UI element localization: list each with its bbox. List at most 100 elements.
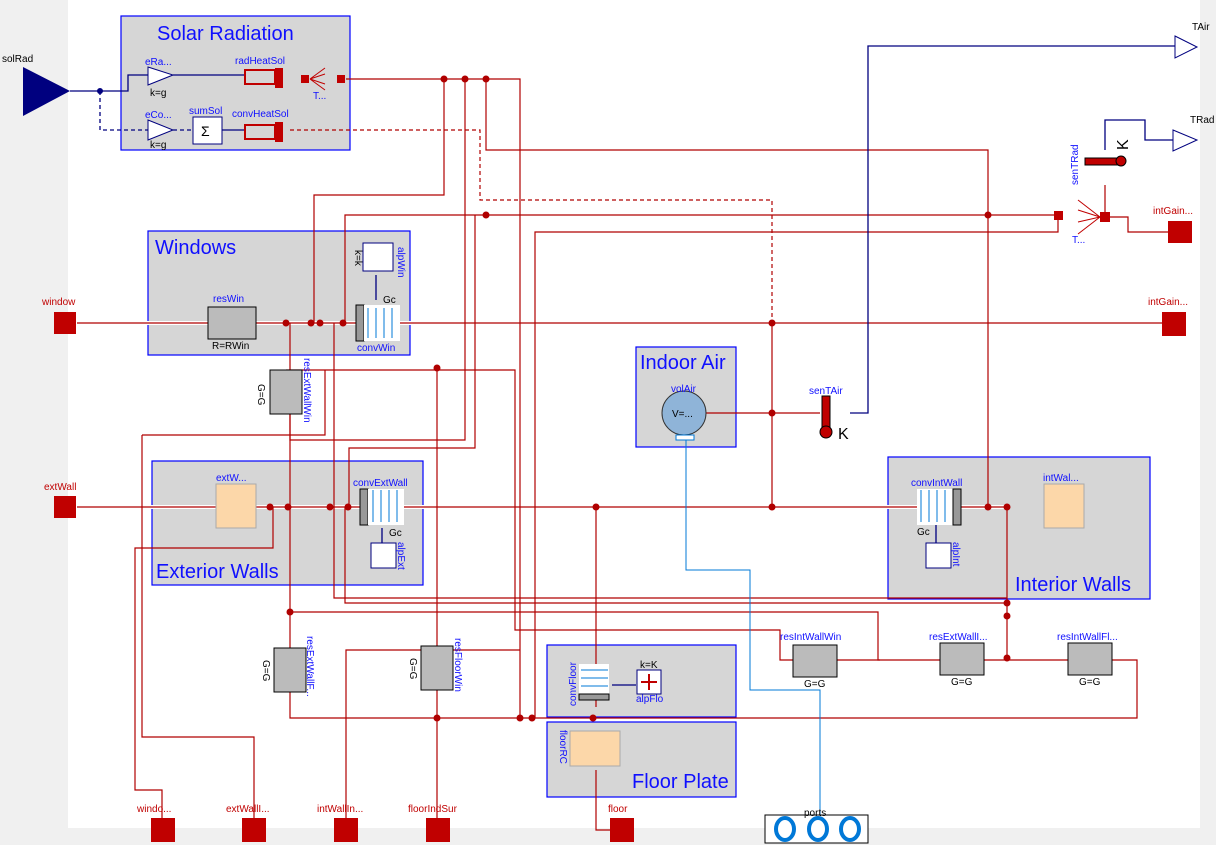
resIntWallFloor-resistor[interactable] xyxy=(1067,642,1113,676)
senTRad-unit: K xyxy=(1115,139,1132,150)
alpInt-label: alpInt xyxy=(950,542,961,567)
radHeatSol-label: radHeatSol xyxy=(235,56,285,67)
sum-symbol: Σ xyxy=(201,123,210,139)
eRad-label: eRa... xyxy=(145,57,172,68)
extWall-port-label: extWall xyxy=(44,482,76,493)
intWall-label: intWal... xyxy=(1043,473,1079,484)
resIntWallWin-resistor[interactable] xyxy=(792,644,838,678)
intGainsRad-port[interactable] xyxy=(1168,221,1192,243)
group-title-ext-walls: Exterior Walls xyxy=(156,561,279,583)
window-port[interactable] xyxy=(54,312,76,334)
alpInt-constant[interactable] xyxy=(925,542,952,569)
convFloor-label: convFloor xyxy=(568,661,579,706)
extWall-rc-icon[interactable] xyxy=(215,483,257,529)
solrad-input-triangle-icon[interactable] xyxy=(23,67,70,116)
resExtWallInt-resistor[interactable] xyxy=(939,642,985,676)
floorRC-icon[interactable] xyxy=(569,730,621,767)
TRad-label: TRad xyxy=(1190,115,1214,126)
extWallIndSur-label: extWallI... xyxy=(226,804,270,815)
floorIndSur-port[interactable] xyxy=(426,818,450,842)
resExtWallInt-label: resExtWallI... xyxy=(929,632,988,643)
window-port-label: window xyxy=(41,297,76,308)
convFloor-convection[interactable] xyxy=(579,664,609,696)
signal-junction-dot xyxy=(97,88,103,94)
intWall-rc-icon[interactable] xyxy=(1043,483,1085,529)
senTAir-label: senTAir xyxy=(809,386,843,397)
floor-port-label: floor xyxy=(608,804,628,815)
thermal-splitter-port[interactable] xyxy=(301,75,309,83)
resIntWallFloor-g: G=G xyxy=(1079,677,1101,688)
eConv-label: eCo... xyxy=(145,110,172,121)
resWin-label: resWin xyxy=(213,294,244,305)
convWin-convection[interactable] xyxy=(364,305,400,341)
solrad-label: solRad xyxy=(2,54,33,65)
intGainsConv-label: intGain... xyxy=(1148,297,1188,308)
resExtWallWin-label: resExtWallWin xyxy=(301,358,312,423)
alpWin-label: alpWin xyxy=(395,247,406,278)
group-title-solar: Solar Radiation xyxy=(157,23,294,45)
resFloorWin-resistor[interactable] xyxy=(420,645,454,691)
alpExt-label: alpExt xyxy=(395,542,406,570)
eConv-k-label: k=g xyxy=(150,140,166,151)
thermSplitRad-port[interactable] xyxy=(1054,211,1063,220)
thermSplitSol-label: T... xyxy=(313,91,326,102)
TAir-label: TAir xyxy=(1192,22,1210,33)
resIntWallWin-g: G=G xyxy=(804,679,826,690)
modelica-diagram: Solar Radiation Windows Exterior Walls I… xyxy=(2,0,1214,844)
resFloorWin-g: G=G xyxy=(407,658,418,680)
floor-port[interactable] xyxy=(610,818,634,842)
thermal-splitter-out-port[interactable] xyxy=(337,75,345,83)
volAir-param: V=... xyxy=(672,409,693,420)
resWin-param: R=RWin xyxy=(212,341,249,352)
extWall-port[interactable] xyxy=(54,496,76,518)
convExtWall-label: convExtWall xyxy=(353,478,408,489)
intGainsConv-port[interactable] xyxy=(1162,312,1186,336)
intWallIndSur-label: intWallIn... xyxy=(317,804,363,815)
alpFlo-k: k=K xyxy=(640,660,658,671)
resFloorWin-label: resFloorWin xyxy=(452,638,463,692)
convFloor-wall-icon xyxy=(578,693,610,701)
intWallIndSur-port[interactable] xyxy=(334,818,358,842)
resIntWallFloor-label: resIntWallFl... xyxy=(1057,632,1118,643)
convWin-label: convWin xyxy=(357,343,395,354)
extWallIndSur-port[interactable] xyxy=(242,818,266,842)
group-title-windows: Windows xyxy=(155,237,236,259)
resExtWallWin-resistor[interactable] xyxy=(269,369,303,415)
intGainsRad-label: intGain... xyxy=(1153,206,1193,217)
volAir-fluid-ports[interactable] xyxy=(675,434,695,441)
convWin-gc: Gc xyxy=(383,295,396,306)
alpExt-constant[interactable] xyxy=(370,542,397,569)
resExtWallFloor-g: G=G xyxy=(260,660,271,682)
alpWin-constant[interactable] xyxy=(362,242,394,272)
group-title-indoor-air: Indoor Air xyxy=(640,352,726,374)
extWall-label: extW... xyxy=(216,473,247,484)
convIntWall-label: convIntWall xyxy=(911,478,962,489)
thermSplitRad-label: T... xyxy=(1072,235,1085,246)
group-title-int-walls: Interior Walls xyxy=(1015,574,1131,596)
convExtWall-wall-icon xyxy=(359,488,369,526)
resExtWallFloor-resistor[interactable] xyxy=(273,647,307,693)
senTAir-bulb xyxy=(819,425,833,439)
windowIndSur-label: windo... xyxy=(136,804,171,815)
convExtWall-gc: Gc xyxy=(389,528,402,539)
senTAir-unit: K xyxy=(838,426,849,443)
floorRC-label: floorRC xyxy=(557,730,568,764)
senTRad-bulb xyxy=(1115,155,1127,167)
resExtWallFloor-label: resExtWallF... xyxy=(304,636,315,697)
senTRad-label: senTRad xyxy=(1070,144,1081,185)
ports-label: ports xyxy=(804,808,826,819)
resExtWallInt-g: G=G xyxy=(951,677,973,688)
convWin-wall-icon xyxy=(355,304,365,342)
alpFlo-label: alpFlo xyxy=(636,694,664,705)
resIntWallWin-label: resIntWallWin xyxy=(780,632,841,643)
thermSplitRad-out-port[interactable] xyxy=(1100,212,1110,222)
sumSol-label: sumSol xyxy=(189,106,222,117)
convIntWall-convection[interactable] xyxy=(917,489,953,525)
convHeatSol-label: convHeatSol xyxy=(232,109,289,120)
convIntWall-wall-icon xyxy=(952,488,962,526)
resExtWallWin-g: G=G xyxy=(255,384,266,406)
convIntWall-gc: Gc xyxy=(917,527,930,538)
floorIndSur-label: floorIndSur xyxy=(408,804,458,815)
resWin-resistor[interactable] xyxy=(207,306,257,340)
windowIndSur-port[interactable] xyxy=(151,818,175,842)
